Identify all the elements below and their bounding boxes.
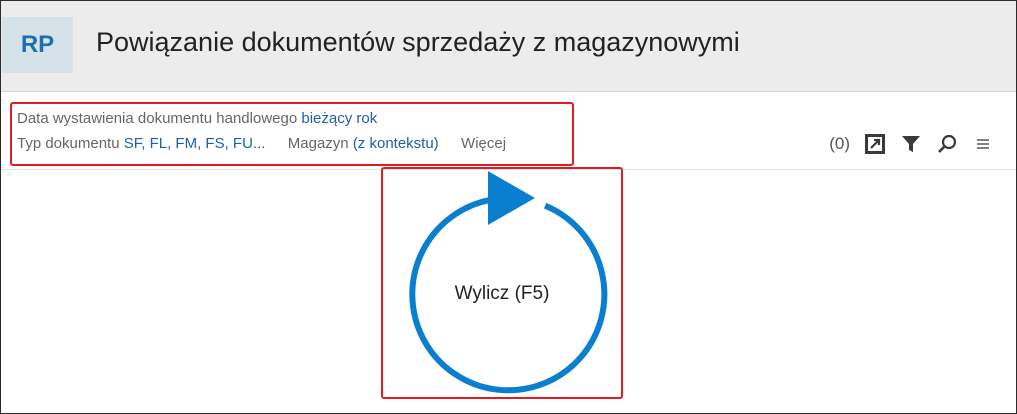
search-icon[interactable]: [936, 133, 958, 155]
record-count: (0): [829, 134, 850, 153]
date-filter-label: Data wystawienia dokumentu handlowego: [17, 110, 298, 127]
header-bar: RP Powiązanie dokumentów sprzedaży z mag…: [1, 1, 1016, 92]
window: RP Powiązanie dokumentów sprzedaży z mag…: [0, 0, 1017, 414]
doctype-filter-value[interactable]: SF, FL, FM, FS, FU...: [124, 135, 266, 152]
warehouse-filter-value[interactable]: (z kontekstu): [353, 135, 439, 152]
page-title: Powiązanie dokumentów sprzedaży z magazy…: [96, 27, 740, 57]
menu-icon[interactable]: [972, 133, 994, 155]
toolbar: (0): [829, 133, 994, 155]
more-filters-link[interactable]: Więcej: [461, 135, 506, 152]
calculate-label[interactable]: Wylicz (F5): [381, 283, 623, 305]
app-badge: RP: [2, 17, 73, 73]
filter-icon[interactable]: [900, 133, 922, 155]
export-icon[interactable]: [864, 133, 886, 155]
doctype-filter-label: Typ dokumentu: [17, 135, 120, 152]
date-filter-value[interactable]: bieżący rok: [301, 110, 377, 127]
filter-row-date: Data wystawienia dokumentu handlowego bi…: [17, 110, 377, 127]
warehouse-filter-label: Magazyn: [287, 135, 349, 152]
play-arrow-icon: [488, 171, 535, 225]
filter-row-doctype: Typ dokumentu SF, FL, FM, FS, FU... Maga…: [17, 135, 506, 152]
